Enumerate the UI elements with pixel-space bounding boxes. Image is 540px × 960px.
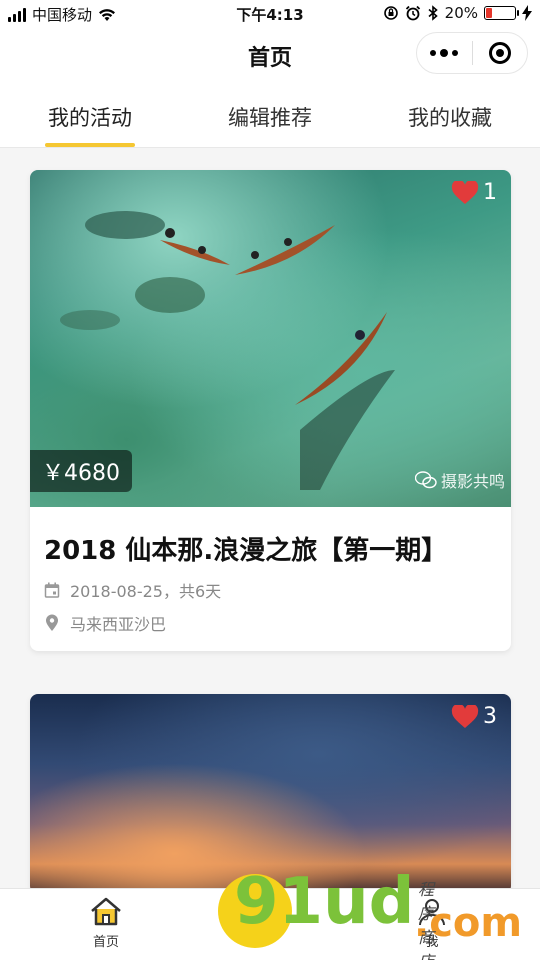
tab-my-favorites[interactable]: 我的收藏 (360, 80, 540, 147)
like-badge[interactable]: 3 (451, 704, 497, 729)
calendar-icon (44, 582, 60, 598)
tabbar-home-label: 首页 (92, 935, 119, 950)
battery-fill (486, 8, 492, 18)
site-watermark-logo: 91ud .com 程序商店 (218, 870, 522, 960)
rotation-lock-icon (383, 6, 398, 20)
activity-cover-image: 1 ￥4680 摄影共鸣 (30, 170, 511, 507)
wechat-icon (414, 471, 437, 489)
tab-my-activities[interactable]: 我的活动 (0, 80, 180, 147)
activity-cover-image: 3 (30, 694, 511, 894)
sunset-photo (30, 694, 511, 894)
activity-card[interactable]: 3 (30, 694, 511, 894)
more-dots-icon[interactable] (417, 33, 472, 73)
like-count: 3 (483, 704, 497, 729)
logo-tagline: 程序商店 (418, 880, 435, 960)
activity-date: 2018-08-25，共6天 (70, 582, 222, 601)
home-icon (91, 897, 121, 926)
top-tabs: 我的活动 编辑推荐 我的收藏 (0, 80, 540, 148)
photo-watermark: 摄影共鸣 (414, 468, 505, 492)
tab-editor-picks[interactable]: 编辑推荐 (180, 80, 360, 147)
watermark-text: 摄影共鸣 (440, 472, 505, 491)
heart-icon (451, 180, 479, 204)
price-tag: ￥4680 (30, 450, 132, 492)
location-pin-icon (46, 614, 58, 631)
target-circle-icon[interactable] (472, 33, 527, 73)
mini-program-capsule (416, 32, 528, 74)
like-count: 1 (483, 180, 497, 205)
status-bar: 中国移动 下午4:13 20% (0, 0, 540, 28)
charging-bolt-icon (522, 5, 532, 21)
alarm-icon (405, 5, 420, 21)
battery-percent: 20% (444, 4, 478, 22)
logo-text: 91ud (234, 865, 415, 939)
activity-date-row: 2018-08-25，共6天 (44, 578, 221, 602)
nav-bar: 首页 (0, 28, 540, 80)
activity-location-row: 马来西亚沙巴 (44, 611, 166, 635)
battery-icon (484, 6, 519, 20)
activity-location: 马来西亚沙巴 (70, 615, 167, 634)
bluetooth-icon (428, 5, 438, 21)
status-right: 20% (383, 4, 532, 22)
activity-card[interactable]: 1 ￥4680 摄影共鸣 2018 仙本那.浪漫之旅【第一期】 2018-08-… (30, 170, 511, 651)
tabbar-item-home[interactable]: 首页 (66, 897, 146, 950)
activity-title: 2018 仙本那.浪漫之旅【第一期】 (44, 536, 448, 566)
heart-icon (451, 704, 479, 728)
like-badge[interactable]: 1 (451, 180, 497, 205)
